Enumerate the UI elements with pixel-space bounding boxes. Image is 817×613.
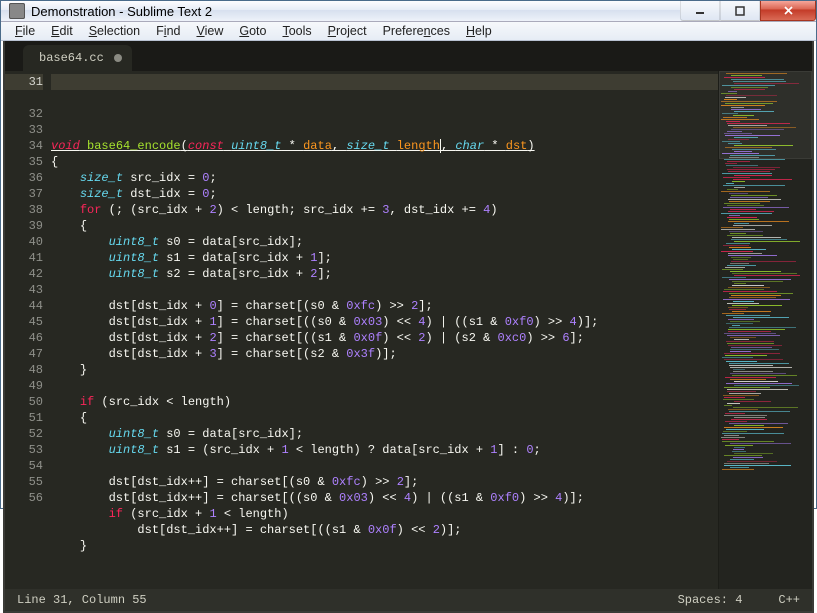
status-language[interactable]: C++ [778, 593, 800, 607]
menubar: File Edit Selection Find View Goto Tools… [1, 22, 816, 41]
status-indent[interactable]: Spaces: 4 [678, 593, 743, 607]
close-button[interactable] [760, 1, 816, 21]
menu-file[interactable]: File [9, 22, 41, 40]
code-area: 31 32 33 34 35 36 37 38 39 40 41 42 43 4… [5, 71, 812, 589]
editor-area: base64.cc 31 32 33 34 35 36 37 38 39 40 … [3, 41, 814, 613]
tab-base64[interactable]: base64.cc [23, 45, 132, 71]
app-icon [9, 3, 25, 19]
menu-project[interactable]: Project [322, 22, 373, 40]
code-text: void base64_encode(const uint8_t * data,… [51, 122, 718, 554]
menu-goto[interactable]: Goto [233, 22, 272, 40]
code-view[interactable]: void base64_encode(const uint8_t * data,… [51, 71, 718, 589]
window-title: Demonstration - Sublime Text 2 [31, 4, 212, 19]
titlebar[interactable]: Demonstration - Sublime Text 2 [1, 1, 816, 22]
menu-tools[interactable]: Tools [276, 22, 317, 40]
menu-help[interactable]: Help [460, 22, 498, 40]
maximize-button[interactable] [720, 1, 760, 21]
menu-preferences[interactable]: Preferences [377, 22, 456, 40]
tab-bar[interactable]: base64.cc [5, 41, 812, 71]
dirty-indicator-icon [114, 54, 122, 62]
minimap[interactable] [718, 71, 812, 589]
menu-find[interactable]: Find [150, 22, 186, 40]
menu-edit[interactable]: Edit [45, 22, 79, 40]
window-frame: Demonstration - Sublime Text 2 File Edit… [0, 0, 817, 509]
status-position[interactable]: Line 31, Column 55 [17, 593, 147, 607]
minimize-button[interactable] [680, 1, 720, 21]
menu-view[interactable]: View [190, 22, 229, 40]
menu-selection[interactable]: Selection [83, 22, 146, 40]
window-controls [680, 1, 816, 21]
tab-label: base64.cc [39, 51, 104, 65]
current-line-highlight [51, 74, 718, 90]
gutter[interactable]: 31 32 33 34 35 36 37 38 39 40 41 42 43 4… [5, 71, 51, 589]
status-bar: Line 31, Column 55 Spaces: 4 C++ [5, 589, 812, 611]
